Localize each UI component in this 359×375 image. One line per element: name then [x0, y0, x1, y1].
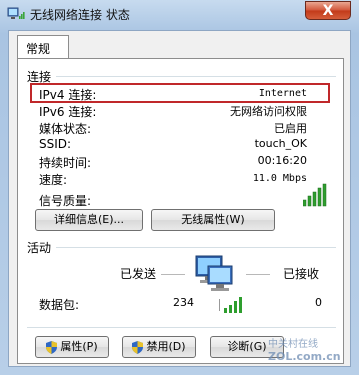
disable-button[interactable]: 禁用(D): [122, 336, 196, 358]
window-client-area: 常规 连接 IPv4 连接: Internet IPv6 连接: 无网络访问权限…: [8, 30, 351, 367]
status-window: 无线网络连接 状态 X 常规 连接 IPv4 连接: Internet IPv6…: [0, 0, 359, 375]
ssid-label: SSID:: [39, 137, 72, 151]
activity-section-label: 活动: [27, 241, 52, 255]
ipv6-value: 无网络访问权限: [230, 105, 307, 118]
received-line: [246, 274, 270, 275]
speed-value: 11.0 Mbps: [252, 173, 307, 184]
media-state-label: 媒体状态:: [39, 122, 92, 136]
packets-label: 数据包:: [39, 298, 80, 312]
activity-divider: [56, 247, 336, 248]
sent-label: 已发送: [120, 267, 157, 281]
close-button[interactable]: X: [305, 1, 351, 20]
signal-bars-icon: [303, 183, 327, 207]
bottom-divider: [27, 327, 336, 328]
properties-button[interactable]: 属性(P): [35, 336, 109, 358]
uac-shield-icon: [46, 340, 58, 354]
activity-separator: [219, 299, 220, 311]
sent-line: [161, 274, 185, 275]
activity-signal-icon: [224, 297, 242, 313]
title-bar[interactable]: 无线网络连接 状态 X: [0, 0, 359, 30]
tab-general[interactable]: 常规: [17, 35, 69, 59]
received-label: 已接收: [283, 267, 320, 281]
disable-label: 禁用(D): [146, 340, 186, 353]
properties-label: 属性(P): [60, 340, 98, 353]
network-computers-icon: [195, 255, 233, 291]
watermark-line1: 中关村在线: [268, 339, 318, 350]
media-state-value: 已启用: [274, 122, 307, 135]
packets-received-value: 0: [315, 296, 322, 309]
duration-label: 持续时间:: [39, 156, 92, 170]
tab-panel-general: 连接 IPv4 连接: Internet IPv6 连接: 无网络访问权限 媒体…: [17, 58, 344, 364]
duration-value: 00:16:20: [257, 154, 307, 167]
highlight-box: [30, 83, 330, 103]
connection-divider: [56, 76, 336, 77]
ipv6-label: IPv6 连接:: [39, 105, 97, 119]
ssid-value: touch_OK: [254, 137, 307, 150]
signal-quality-label: 信号质量:: [39, 194, 92, 208]
network-icon: [7, 7, 25, 19]
speed-label: 速度:: [39, 173, 68, 187]
packets-sent-value: 234: [173, 296, 194, 309]
wireless-properties-button[interactable]: 无线属性(W): [151, 209, 275, 231]
uac-shield-icon: [132, 340, 144, 354]
watermark-line2: ZOL.com.cn: [268, 350, 341, 363]
window-title: 无线网络连接 状态: [30, 8, 130, 22]
details-button[interactable]: 详细信息(E)...: [35, 209, 143, 231]
watermark: 中关村在线 ZOL.com.cn: [268, 335, 341, 363]
close-icon: X: [322, 3, 334, 19]
